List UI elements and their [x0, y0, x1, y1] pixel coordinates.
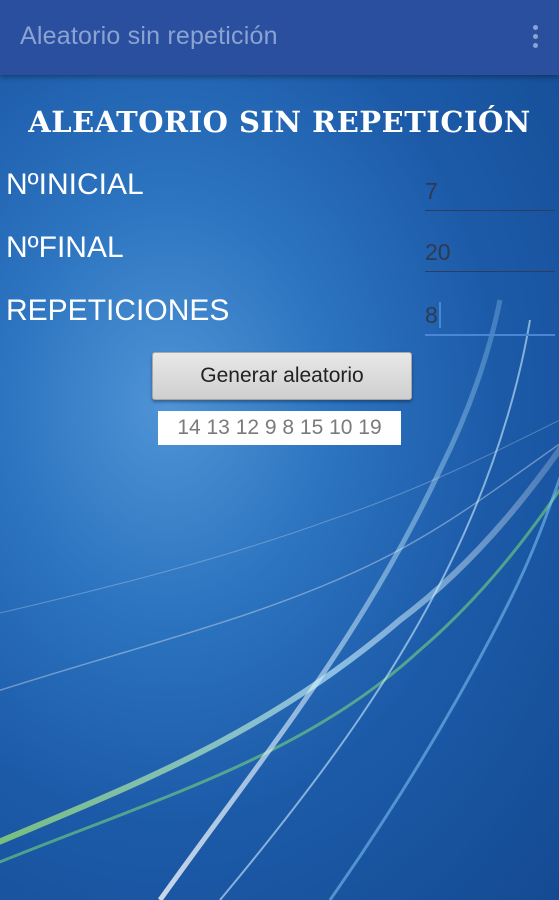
initial-number-label: NºINICIAL [6, 168, 144, 201]
repetitions-value: 8 [425, 302, 438, 328]
repetitions-field[interactable]: 8 [425, 298, 555, 336]
app-screen: Aleatorio sin repetición ALEATORIO SIN R… [0, 0, 559, 900]
overflow-menu-icon[interactable] [531, 25, 539, 51]
initial-number-value: 7 [425, 178, 438, 204]
text-cursor [438, 302, 441, 328]
repetitions-value-wrap: 8 [425, 302, 441, 329]
app-bar: Aleatorio sin repetición [0, 0, 559, 75]
app-title: Aleatorio sin repetición [20, 22, 278, 50]
final-number-value: 20 [425, 239, 451, 265]
initial-number-field[interactable]: 7 [425, 174, 555, 211]
repetitions-label: REPETICIONES [6, 294, 230, 327]
generate-random-button[interactable]: Generar aleatorio [152, 352, 412, 400]
final-number-label: NºFINAL [6, 231, 124, 264]
final-number-field[interactable]: 20 [425, 235, 555, 272]
page-heading: ALEATORIO SIN REPETICIÓN [28, 105, 531, 139]
result-numbers: 14 13 12 9 8 15 10 19 [158, 411, 401, 445]
